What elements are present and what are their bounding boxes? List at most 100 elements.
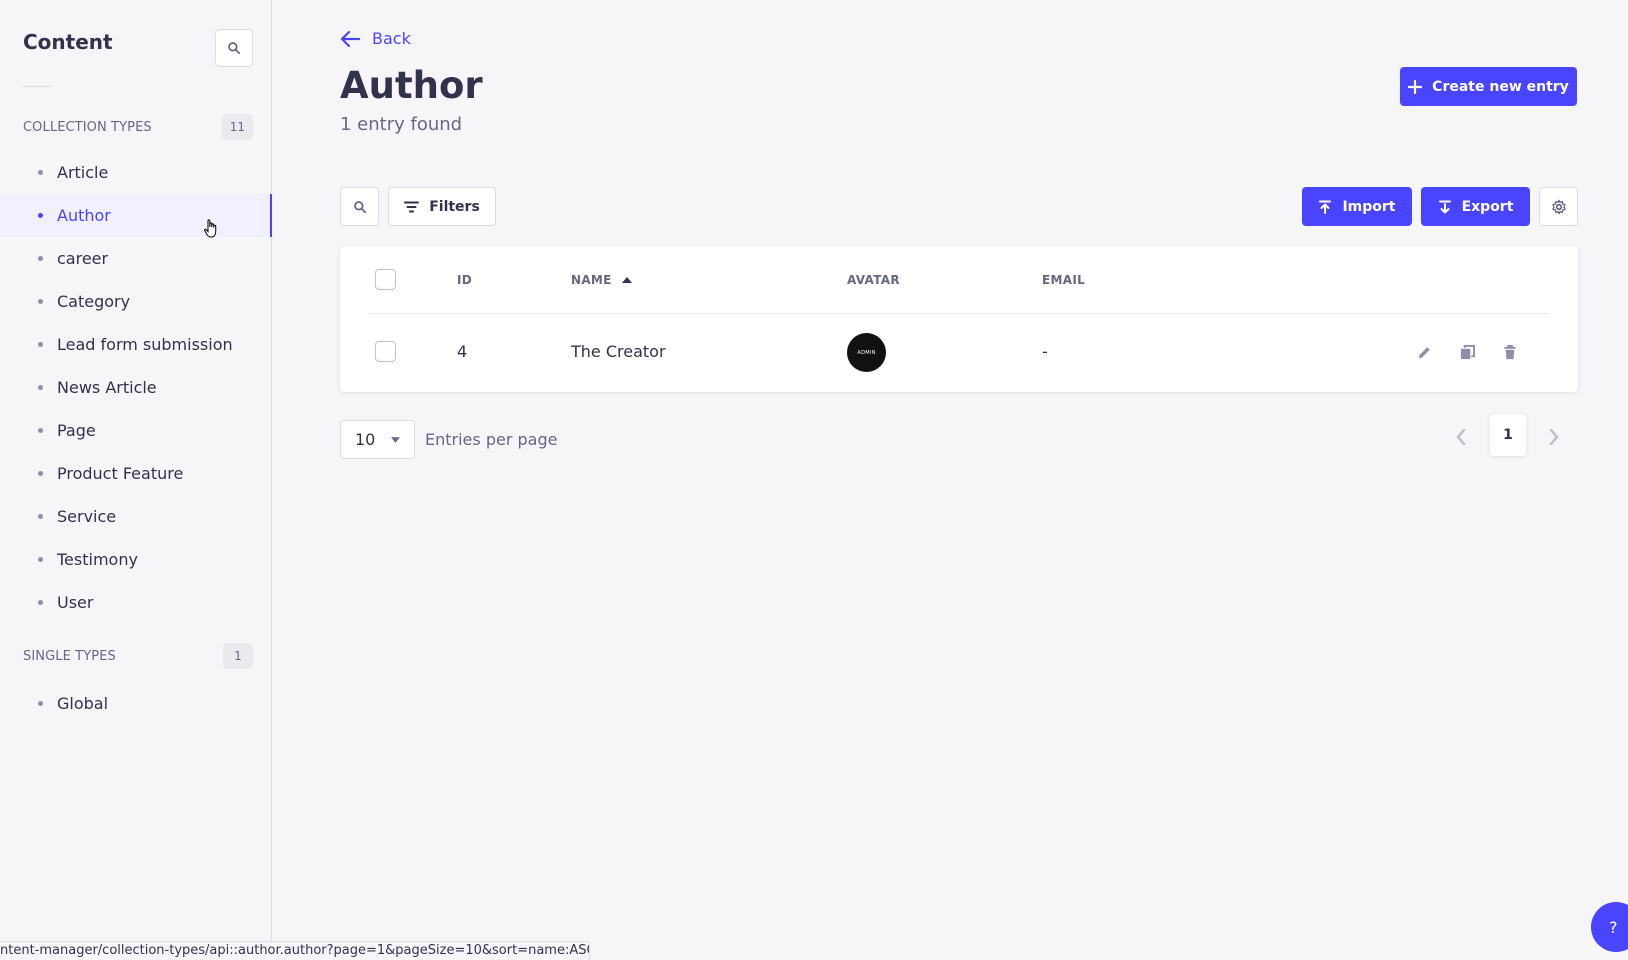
bullet-icon [38,299,43,304]
help-button[interactable]: ? [1591,902,1628,952]
import-button[interactable]: Import [1302,187,1412,226]
sidebar-divider [23,86,51,87]
sidebar-item-news-article[interactable]: News Article [0,366,272,409]
create-new-entry-label: Create new entry [1432,78,1569,95]
filters-label: Filters [429,198,480,215]
create-new-entry-button[interactable]: Create new entry [1400,67,1577,106]
page-title: Author [340,64,483,107]
sidebar-search-button[interactable] [215,29,253,67]
bullet-icon [38,557,43,562]
export-button[interactable]: Export [1421,187,1530,226]
filters-button[interactable]: Filters [388,187,496,226]
search-icon [228,42,241,55]
settings-button[interactable] [1539,187,1578,226]
sidebar: Content COLLECTION TYPES 11 Article Auth… [0,0,272,960]
back-label: Back [372,29,411,48]
page-size-select[interactable]: 10 [340,420,415,459]
cell-id: 4 [457,342,468,361]
plus-icon [1408,79,1423,94]
page-size-label: Entries per page [425,430,558,449]
sidebar-title: Content [23,30,113,54]
export-label: Export [1461,198,1514,215]
previous-page-button[interactable] [1449,425,1473,449]
avatar: ADMIN [847,333,886,372]
row-checkbox[interactable] [375,341,396,362]
sidebar-item-label: Article [57,163,109,182]
back-link[interactable]: Back [340,29,411,48]
collection-types-header: COLLECTION TYPES 11 [23,114,253,140]
bullet-icon [38,428,43,433]
sidebar-item-label: Category [57,292,131,311]
bullet-icon [38,514,43,519]
column-header-name[interactable]: NAME [571,273,632,287]
chevron-right-icon [1549,429,1559,445]
pencil-icon [1418,346,1430,358]
upload-icon [1319,200,1332,214]
collection-types-list: Article Author career Category Lead form… [0,151,272,624]
sidebar-item-category[interactable]: Category [0,280,272,323]
arrow-left-icon [340,30,360,47]
single-types-header: SINGLE TYPES 1 [23,643,253,669]
duplicate-button[interactable] [1455,340,1479,364]
sidebar-item-label: Author [57,206,111,225]
sidebar-item-label: Page [57,421,96,440]
bullet-icon [38,256,43,261]
sidebar-item-label: Service [57,507,117,526]
sidebar-item-label: career [57,249,109,268]
bullet-icon [38,170,43,175]
sidebar-item-lead-form-submission[interactable]: Lead form submission [0,323,272,366]
sidebar-item-user[interactable]: User [0,581,272,624]
trash-icon [1504,344,1516,359]
gear-icon [1551,199,1566,214]
collection-types-label: COLLECTION TYPES [23,119,152,135]
sidebar-item-author[interactable]: Author [0,194,272,237]
delete-button[interactable] [1498,340,1522,364]
single-types-count: 1 [223,643,253,669]
sidebar-item-label: User [57,593,94,612]
table-divider [369,313,1549,314]
entry-count: 1 entry found [340,114,463,135]
sidebar-item-page[interactable]: Page [0,409,272,452]
bullet-icon [38,213,43,218]
sidebar-item-label: Testimony [57,550,138,569]
sort-ascending-icon [621,277,632,283]
bullet-icon [38,701,43,706]
help-icon: ? [1609,917,1618,937]
bullet-icon [38,385,43,390]
import-label: Import [1342,198,1396,215]
hand-cursor-icon [204,219,217,238]
bullet-icon [38,342,43,347]
cell-name: The Creator [571,342,666,361]
sidebar-item-career[interactable]: career [0,237,272,280]
avatar-text: ADMIN [857,349,876,356]
single-types-list: Global [0,682,272,725]
sidebar-item-label: Lead form submission [57,335,233,354]
column-header-email[interactable]: EMAIL [1042,273,1085,287]
sidebar-item-article[interactable]: Article [0,151,272,194]
sidebar-item-product-feature[interactable]: Product Feature [0,452,272,495]
table-search-button[interactable] [340,187,379,226]
chevron-left-icon [1456,429,1466,445]
collection-types-count: 11 [221,114,253,140]
bullet-icon [38,471,43,476]
column-header-avatar: AVATAR [847,273,900,287]
filter-icon [404,201,420,212]
sidebar-item-testimony[interactable]: Testimony [0,538,272,581]
column-header-id[interactable]: ID [457,273,472,287]
page-1-button[interactable]: 1 [1490,414,1526,456]
status-bar-url: ntent-manager/collection-types/api::auth… [0,941,590,960]
next-page-button[interactable] [1542,425,1566,449]
edit-button[interactable] [1412,340,1436,364]
cell-email: - [1042,342,1048,361]
download-icon [1438,200,1451,213]
single-types-label: SINGLE TYPES [23,648,116,664]
sidebar-item-label: Product Feature [57,464,184,483]
bullet-icon [38,600,43,605]
column-header-name-label: NAME [571,273,612,287]
sidebar-item-global[interactable]: Global [0,682,272,725]
caret-down-icon [391,436,400,443]
sidebar-item-label: Global [57,694,109,713]
select-all-checkbox[interactable] [375,269,396,290]
duplicate-icon [1460,344,1475,359]
sidebar-item-service[interactable]: Service [0,495,272,538]
